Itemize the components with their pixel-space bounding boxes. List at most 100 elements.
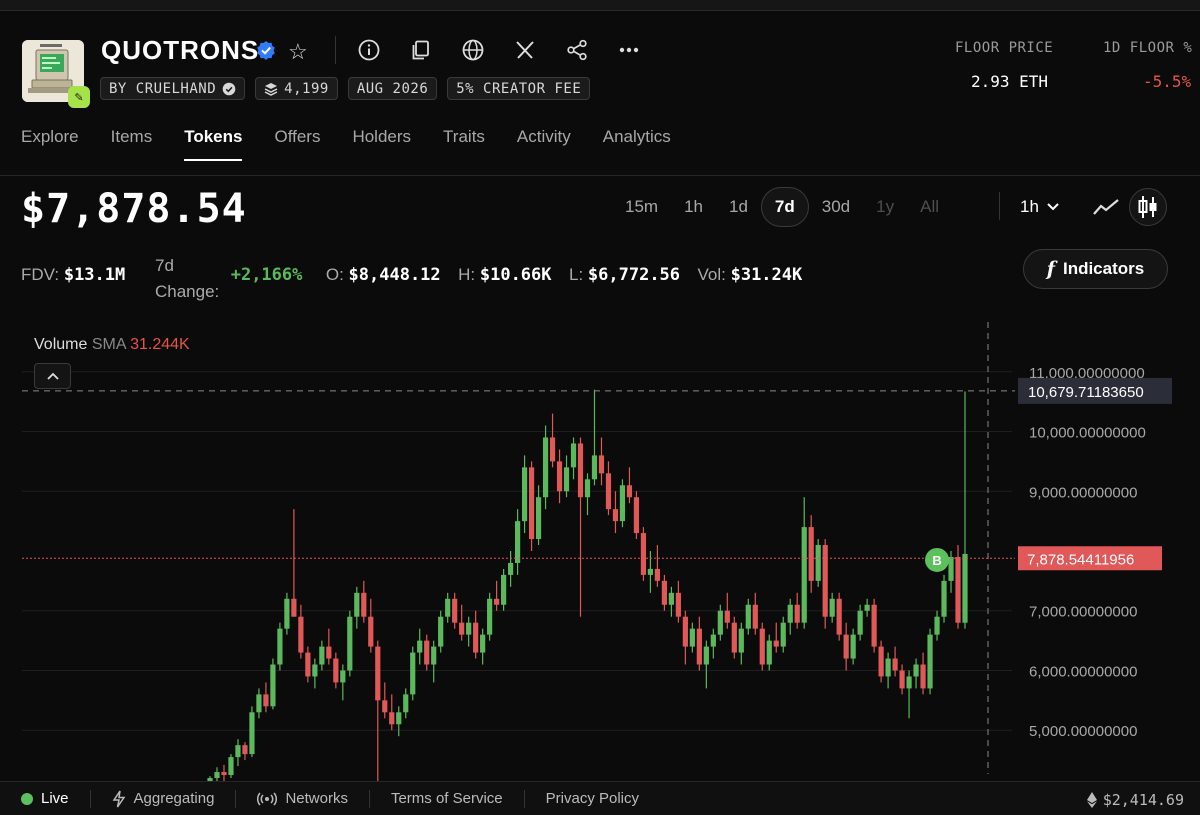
candle-body (480, 634, 486, 653)
candle (738, 622, 744, 665)
timeframe-all[interactable]: All (907, 187, 952, 227)
candle-body (934, 616, 940, 635)
terms-link[interactable]: Terms of Service (370, 789, 524, 809)
tab-items[interactable]: Items (111, 127, 153, 161)
timeframe-15m[interactable]: 15m (612, 187, 671, 227)
share-icon[interactable] (565, 38, 589, 62)
candle-body (459, 622, 465, 635)
line-chart-toggle[interactable] (1087, 188, 1125, 226)
privacy-link[interactable]: Privacy Policy (525, 789, 660, 809)
candle (780, 616, 786, 653)
collapse-legend-button[interactable] (34, 363, 71, 389)
layers-icon (264, 82, 278, 96)
collection-meta-chips: BY CRUELHAND 4,199 AUG 2026 5% CREATOR F… (100, 77, 591, 100)
candle-body (298, 616, 304, 653)
creator-chip[interactable]: BY CRUELHAND (100, 77, 246, 100)
candle-body (556, 461, 563, 492)
candle (605, 461, 612, 516)
change-value: +2,166% (230, 265, 303, 285)
tab-holders[interactable]: Holders (352, 127, 411, 161)
x-social-icon[interactable] (513, 38, 537, 62)
favorite-star-icon[interactable]: ☆ (288, 39, 308, 65)
timeframe-1y[interactable]: 1y (863, 187, 907, 227)
candle-body (389, 712, 395, 725)
candle-body (857, 610, 863, 635)
indicators-label: Indicators (1062, 259, 1145, 278)
candle-body (431, 646, 437, 665)
candle-body (333, 658, 339, 683)
candle-body (752, 604, 758, 629)
candle-body (256, 694, 262, 713)
candle-body (710, 634, 716, 647)
candle-body (682, 616, 688, 647)
high-label: H: (458, 265, 476, 284)
candle (459, 604, 465, 641)
timeframe-7d[interactable]: 7d (760, 187, 809, 227)
candle (382, 682, 388, 719)
networks-link[interactable]: Networks (236, 789, 369, 809)
tab-offers[interactable]: Offers (274, 127, 320, 161)
timeframe-1h[interactable]: 1h (671, 187, 716, 227)
candle-body (759, 628, 765, 665)
candle-body (424, 640, 430, 665)
candle-body (689, 628, 695, 647)
indicators-button[interactable]: f Indicators (1023, 249, 1168, 289)
fdv-label: FDV: (21, 265, 60, 284)
candle (801, 497, 807, 629)
candle-body (263, 694, 269, 707)
candle (528, 461, 535, 551)
date-chip: AUG 2026 (347, 77, 438, 100)
candle-body (396, 712, 402, 725)
copy-icon[interactable] (409, 38, 433, 62)
tab-analytics[interactable]: Analytics (603, 127, 671, 161)
token-price: $7,878.54 (21, 186, 247, 232)
candle-body (738, 628, 744, 653)
tab-tokens[interactable]: Tokens (184, 127, 243, 161)
candle (494, 580, 500, 611)
website-globe-icon[interactable] (461, 38, 485, 62)
candle-body (403, 694, 409, 713)
candle (389, 694, 395, 731)
candle-body (640, 533, 647, 575)
candle (480, 628, 486, 665)
legend-value: 31.244K (130, 336, 190, 353)
candle (326, 628, 332, 665)
candle (361, 580, 367, 623)
networks-label: Networks (285, 790, 348, 807)
info-icon[interactable] (357, 38, 381, 62)
candle (591, 389, 598, 486)
candle-body (899, 670, 905, 689)
aggregating-label: Aggregating (133, 790, 215, 807)
timeframe-30d[interactable]: 30d (809, 187, 863, 227)
candle (417, 628, 423, 665)
candle-body (375, 646, 381, 701)
candle-body (913, 664, 919, 677)
buy-marker[interactable]: B (925, 547, 950, 572)
candle-body (549, 437, 556, 462)
candle-body (675, 592, 681, 617)
buy-marker-label: B (932, 553, 941, 568)
tab-explore[interactable]: Explore (21, 127, 79, 161)
candle-body (962, 553, 968, 623)
more-options-icon[interactable] (617, 38, 641, 62)
interval-dropdown[interactable]: 1h (1020, 197, 1059, 217)
candle-body (361, 592, 367, 617)
tab-activity[interactable]: Activity (517, 127, 571, 161)
timeframe-1d[interactable]: 1d (716, 187, 761, 227)
volume-value: $31.24K (730, 265, 803, 285)
line-chart-icon (1093, 199, 1119, 215)
candle-body (577, 443, 584, 498)
aggregating-status[interactable]: Aggregating (91, 789, 236, 809)
current-price-label: 7,878.54411956 (1027, 551, 1134, 568)
tab-traits[interactable]: Traits (443, 127, 485, 161)
candle (228, 754, 234, 779)
ethereum-icon (1086, 792, 1097, 808)
price-candlestick-chart[interactable]: 11,000.0000000010,000.000000009,000.0000… (0, 318, 1200, 781)
candlestick-chart-toggle[interactable] (1129, 188, 1167, 226)
collection-tabs: Explore Items Tokens Offers Holders Traits Act… (21, 127, 671, 161)
candle-body (445, 598, 451, 617)
candle (542, 425, 549, 510)
eth-price-value: $2,414.69 (1102, 791, 1184, 809)
edit-pencil-icon[interactable]: ✎ (68, 86, 90, 108)
candle-body (661, 580, 667, 605)
